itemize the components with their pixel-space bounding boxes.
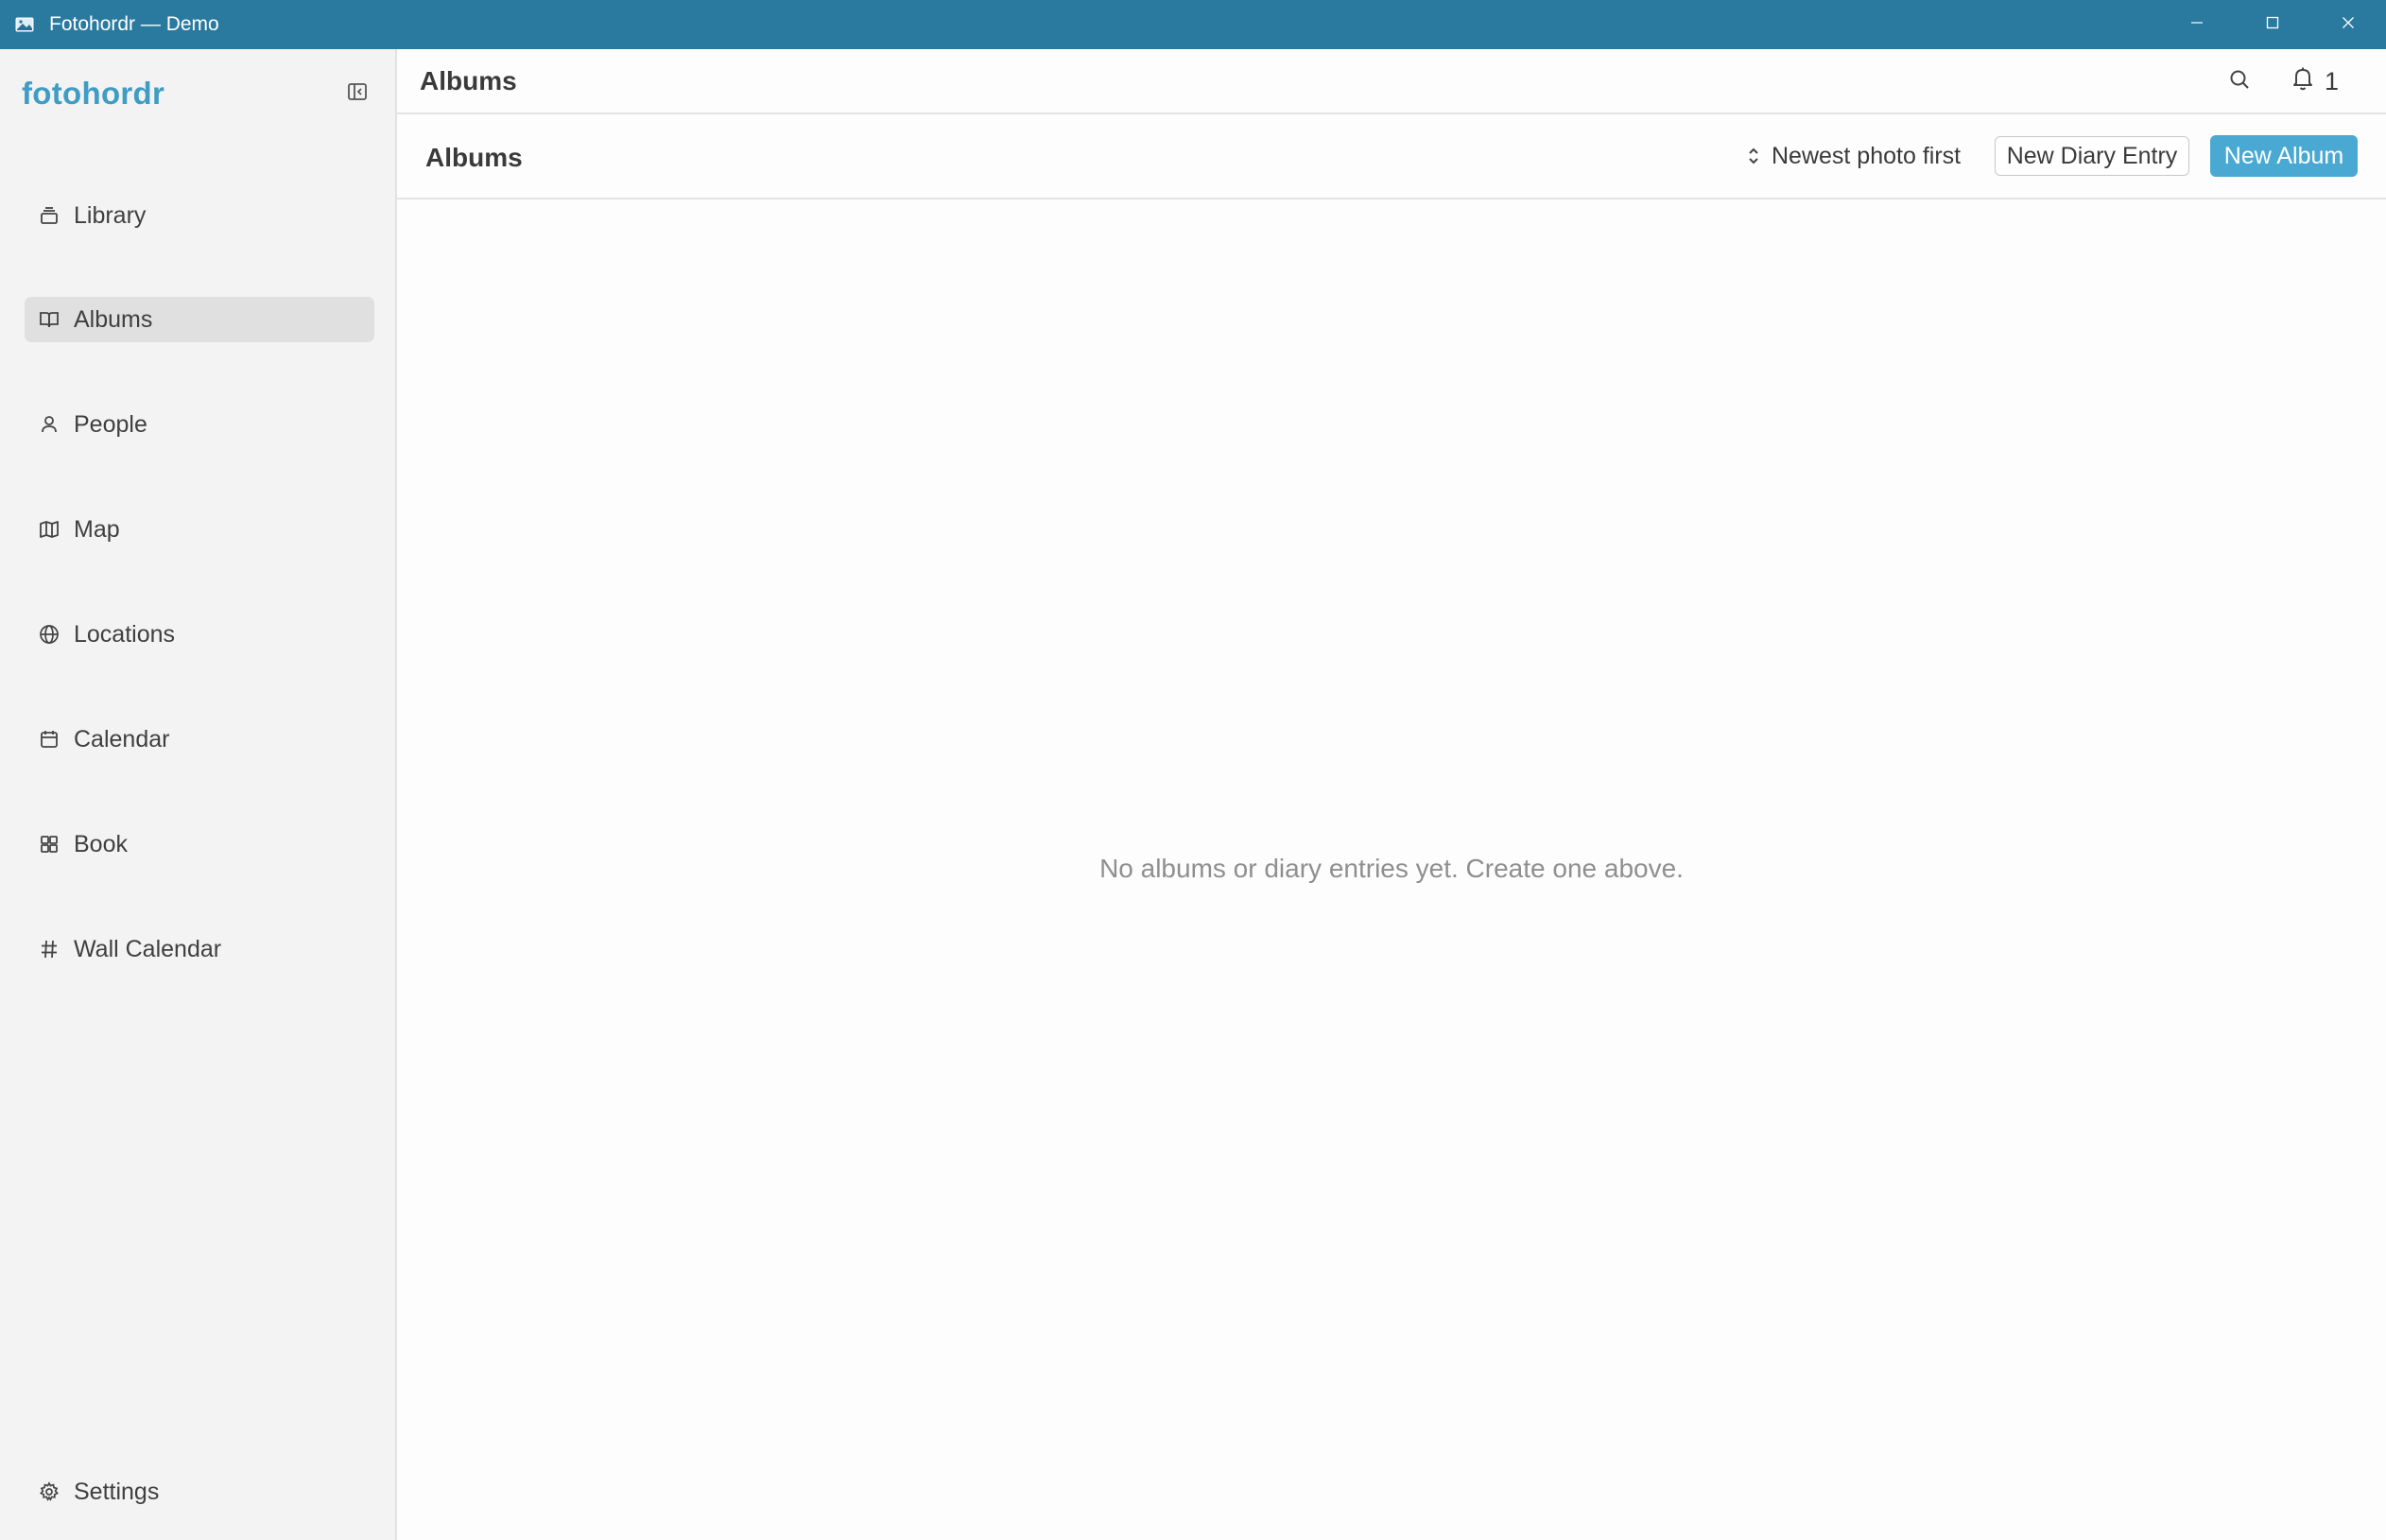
sidebar-item-label: Locations (74, 620, 176, 648)
notification-count: 1 (2325, 66, 2340, 95)
minimize-icon (2189, 15, 2204, 35)
map-icon (38, 518, 61, 541)
sidebar-item-label: People (74, 410, 147, 438)
gear-icon (38, 1480, 61, 1503)
sidebar-item-label: Book (74, 830, 128, 857)
search-icon (2228, 68, 2251, 95)
section-title: Albums (425, 143, 523, 172)
sidebar-item-locations[interactable]: Locations (25, 612, 374, 657)
sort-dropdown[interactable]: Newest photo first (1743, 135, 1961, 177)
page-title: Albums (420, 66, 517, 95)
albums-content: No albums or diary entries yet. Create o… (397, 199, 2386, 1540)
app-window: Fotohordr — Demo fotohordr Library Album… (0, 0, 2386, 1540)
sort-chevrons-icon (1743, 146, 1764, 166)
page-header: Albums 1 (397, 49, 2386, 114)
sidebar-collapse-button[interactable] (343, 79, 372, 108)
sidebar-item-book[interactable]: Book (25, 822, 374, 867)
sort-label: Newest photo first (1772, 142, 1962, 169)
sidebar-item-albums[interactable]: Albums (25, 297, 374, 342)
book-open-icon (38, 308, 61, 331)
sidebar-item-label: Library (74, 201, 147, 229)
sidebar-item-label: Calendar (74, 725, 170, 753)
brand-logo[interactable]: fotohordr (22, 76, 164, 112)
title-bar[interactable]: Fotohordr — Demo (0, 0, 2386, 49)
new-diary-entry-button[interactable]: New Diary Entry (1995, 136, 2189, 176)
app-photo-icon (15, 17, 36, 32)
albums-toolbar: Albums Newest photo first New Diary Entr… (397, 114, 2386, 199)
sidebar-item-label: Settings (74, 1478, 160, 1505)
sidebar: fotohordr Library Albums People Map Loca… (0, 49, 397, 1540)
bell-icon (2291, 65, 2315, 98)
sidebar-item-wall-calendar[interactable]: Wall Calendar (25, 926, 374, 972)
search-button[interactable] (2224, 66, 2255, 96)
empty-state-message: No albums or diary entries yet. Create o… (1099, 854, 1684, 883)
person-icon (38, 413, 61, 436)
sidebar-item-label: Wall Calendar (74, 935, 222, 962)
sidebar-item-label: Map (74, 515, 120, 543)
sidebar-collapse-icon (347, 81, 368, 107)
grid-icon (38, 833, 61, 856)
new-album-button[interactable]: New Album (2210, 135, 2358, 177)
sidebar-item-settings[interactable]: Settings (25, 1469, 374, 1514)
calendar-icon (38, 728, 61, 751)
notifications-button[interactable]: 1 (2291, 64, 2339, 98)
sidebar-item-label: Albums (74, 305, 153, 333)
hash-icon (38, 938, 61, 960)
minimize-button[interactable] (2159, 0, 2235, 49)
sidebar-item-map[interactable]: Map (25, 507, 374, 552)
sidebar-item-calendar[interactable]: Calendar (25, 717, 374, 762)
library-icon (38, 204, 61, 227)
window-controls (2159, 0, 2386, 49)
globe-icon (38, 623, 61, 646)
sidebar-item-library[interactable]: Library (25, 193, 374, 238)
sidebar-item-people[interactable]: People (25, 402, 374, 447)
close-icon (2341, 15, 2356, 35)
maximize-button[interactable] (2235, 0, 2310, 49)
maximize-icon (2265, 15, 2280, 35)
close-button[interactable] (2310, 0, 2386, 49)
window-title: Fotohordr — Demo (49, 13, 219, 35)
